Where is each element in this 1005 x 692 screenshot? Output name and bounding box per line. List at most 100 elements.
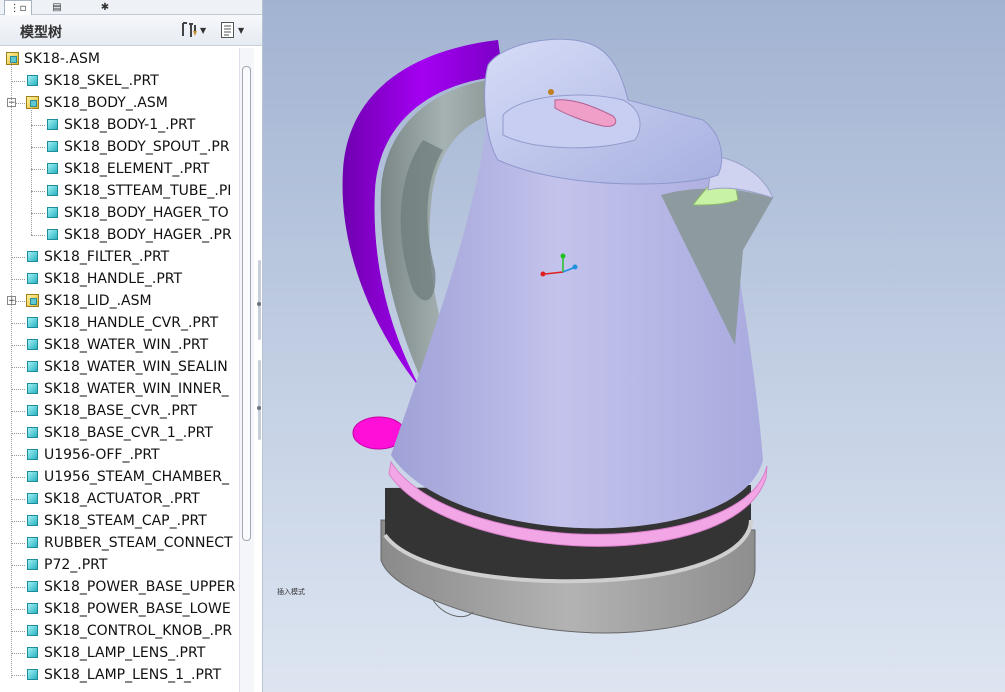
tree-item[interactable]: SK18_BASE_CVR_.PRT [0,400,238,422]
tree-item[interactable]: SK18_POWER_BASE_UPPER [0,576,238,598]
tree-item-label: SK18_SKEL_.PRT [44,73,159,89]
tree-item[interactable]: U1956-OFF_.PRT [0,444,238,466]
tree-item-label: SK18-.ASM [24,51,100,67]
tree-item[interactable]: SK18_ELEMENT_.PRT [0,158,238,180]
tree-item-label: SK18_ACTUATOR_.PRT [44,491,200,507]
tree-item[interactable]: SK18_WATER_WIN_.PRT [0,334,238,356]
tree-item[interactable]: SK18_WATER_WIN_INNER_ [0,378,238,400]
tree-item[interactable]: SK18_BASE_CVR_1_.PRT [0,422,238,444]
tree-settings-button[interactable]: ▼ [180,21,206,39]
part-icon [27,625,38,636]
tree-item-label: SK18_HANDLE_CVR_.PRT [44,315,219,331]
sash-grip[interactable] [258,360,261,440]
tree-item-label: SK18_CONTROL_KNOB_.PR [44,623,233,639]
tree-item-label: SK18_BODY_HAGER_.PR [64,227,232,243]
tab-favorites[interactable]: ✱ [92,0,118,14]
tree-item[interactable]: RUBBER_STEAM_CONNECT [0,532,238,554]
tree-item[interactable]: SK18_LAMP_LENS_.PRT [0,642,238,664]
tree-item[interactable]: SK18_WATER_WIN_SEALIN [0,356,238,378]
tree-item[interactable]: SK18_LAMP_LENS_1_.PRT [0,664,238,686]
part-icon [27,493,38,504]
part-icon [27,383,38,394]
tools-icon [182,22,197,37]
model-tree-icon: ⋮▫ [9,2,27,14]
part-icon [27,361,38,372]
tree-item[interactable]: SK18_POWER_BASE_LOWE [0,598,238,620]
part-icon [27,405,38,416]
assembly-icon [6,52,19,65]
tree-scrollbar[interactable] [239,48,254,692]
tree-item[interactable]: SK18-.ASM [0,48,238,70]
tree-item-label: SK18_ELEMENT_.PRT [64,161,210,177]
tree-item-label: SK18_WATER_WIN_INNER_ [44,381,229,397]
tree-item[interactable]: SK18_BODY-1_.PRT [0,114,238,136]
tree-header: 模型树 ▼ ▼ [0,15,262,46]
tree-item-label: SK18_LAMP_LENS_.PRT [44,645,206,661]
sash-knob-icon [257,406,261,410]
tree-item-label: RUBBER_STEAM_CONNECT [44,535,233,551]
lid[interactable] [484,38,723,185]
part-icon [27,273,38,284]
assembly-icon [26,96,39,109]
tree-item-label: SK18_FILTER_.PRT [44,249,170,265]
tree-show-button[interactable]: ▼ [220,21,244,39]
tree-item-label: SK18_WATER_WIN_SEALIN [44,359,228,375]
part-icon [27,581,38,592]
part-icon [27,75,38,86]
tree-item-label: P72_.PRT [44,557,108,573]
tree-item-label: SK18_HANDLE_.PRT [44,271,183,287]
tab-model-tree[interactable]: ⋮▫ [4,0,32,15]
list-icon [221,22,234,38]
tree-item[interactable]: SK18_FILTER_.PRT [0,246,238,268]
tree-item[interactable]: SK18_BODY_HAGER_TO [0,202,238,224]
tree-item-label: SK18_STEAM_CAP_.PRT [44,513,207,529]
tree-item-label: SK18_LAMP_LENS_1_.PRT [44,667,222,683]
mode-label: 插入模式 [277,588,305,596]
panel-sash[interactable] [256,48,262,692]
tree-item[interactable]: SK18_CONTROL_KNOB_.PR [0,620,238,642]
folder-browser-icon: ▤ [52,1,62,13]
part-icon [27,647,38,658]
tree-item[interactable]: SK18_BODY_SPOUT_.PR [0,136,238,158]
tree-connector [31,108,32,235]
tree-item[interactable]: SK18_HANDLE_CVR_.PRT [0,312,238,334]
part-icon [27,339,38,350]
kettle-model[interactable] [263,0,1005,692]
tree-item-label: SK18_LID_.ASM [44,293,152,309]
tree-item[interactable]: SK18_HANDLE_.PRT [0,268,238,290]
tree-item-label: U1956_STEAM_CHAMBER_ [44,469,229,485]
tree-item-label: SK18_POWER_BASE_LOWE [44,601,231,617]
tree-item-label: SK18_BODY_SPOUT_.PR [64,139,230,155]
part-icon [27,603,38,614]
sash-knob-icon [257,302,261,306]
tree-item[interactable]: P72_.PRT [0,554,238,576]
part-icon [47,119,58,130]
tree-item[interactable]: SK18_BODY_HAGER_.PR [0,224,238,246]
tree-item-label: SK18_POWER_BASE_UPPER [44,579,236,595]
tree-item[interactable]: + SK18_LID_.ASM [0,290,238,312]
model-tree-panel: ⋮▫ ▤ ✱ 模型树 ▼ ▼ SK18-.ASM SK18_SKEL_.PRT − S… [0,0,263,692]
tree-item[interactable]: − SK18_BODY_.ASM [0,92,238,114]
tree-item[interactable]: SK18_SKEL_.PRT [0,70,238,92]
tab-folder-browser[interactable]: ▤ [44,0,70,14]
model-tree: SK18-.ASM SK18_SKEL_.PRT − SK18_BODY_.ASM SK… [0,48,238,692]
tree-item-label: SK18_BASE_CVR_.PRT [44,403,198,419]
tree-item-label: SK18_BODY-1_.PRT [64,117,196,133]
tree-item[interactable]: SK18_STEAM_CAP_.PRT [0,510,238,532]
chevron-down-icon: ▼ [200,25,207,35]
navigator-tabs: ⋮▫ ▤ ✱ [0,0,262,15]
part-icon [27,515,38,526]
tree-connector [11,62,12,678]
scrollbar-thumb[interactable] [242,66,251,541]
tree-item[interactable]: U1956_STEAM_CHAMBER_ [0,466,238,488]
part-icon [27,427,38,438]
part-icon [27,317,38,328]
graphics-viewport[interactable]: 插入模式 [263,0,1005,692]
part-icon [47,207,58,218]
tree-item-label: SK18_BODY_.ASM [44,95,168,111]
sash-grip[interactable] [258,260,261,340]
tree-item[interactable]: SK18_ACTUATOR_.PRT [0,488,238,510]
part-icon [47,141,58,152]
tree-item[interactable]: SK18_STTEAM_TUBE_.PI [0,180,238,202]
part-icon [47,185,58,196]
